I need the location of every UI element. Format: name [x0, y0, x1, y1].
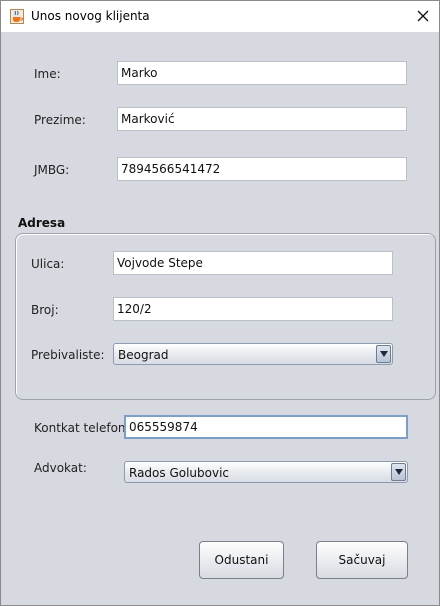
advokat-select[interactable]: Rados Golubovic	[124, 461, 408, 483]
ulica-field[interactable]: Vojvode Stepe	[113, 251, 393, 275]
prezime-field[interactable]: Marković	[117, 107, 407, 131]
advokat-value: Rados Golubovic	[129, 466, 230, 480]
jmbg-field[interactable]: 7894566541472	[117, 157, 407, 181]
save-button[interactable]: Sačuvaj	[316, 541, 408, 579]
close-button[interactable]	[409, 5, 437, 27]
prebivaliste-label: Prebivaliste:	[31, 348, 105, 362]
ulica-label: Ulica:	[31, 257, 65, 271]
telefon-label: Kontkat telefon:	[34, 421, 130, 435]
chevron-down-icon	[379, 351, 388, 357]
title-bar: Unos novog klijenta	[1, 1, 439, 32]
prebivaliste-dropdown-button[interactable]	[376, 345, 391, 363]
jmbg-label: JMBG:	[34, 163, 70, 177]
prebivaliste-value: Beograd	[118, 348, 169, 362]
ime-label: Ime:	[34, 67, 61, 81]
ime-field[interactable]: Marko	[117, 61, 407, 85]
adresa-group-title: Adresa	[18, 216, 66, 230]
close-icon	[417, 10, 429, 22]
chevron-down-icon	[394, 469, 403, 475]
prebivaliste-select[interactable]: Beograd	[113, 343, 393, 365]
advokat-dropdown-button[interactable]	[391, 463, 406, 481]
broj-field[interactable]: 120/2	[113, 297, 393, 321]
telefon-field[interactable]: 065559874	[124, 415, 408, 439]
advokat-label: Advokat:	[34, 461, 87, 475]
broj-label: Broj:	[31, 303, 59, 317]
window-title: Unos novog klijenta	[31, 9, 150, 23]
cancel-button[interactable]: Odustani	[199, 541, 284, 579]
java-cup-icon	[10, 9, 24, 24]
prezime-label: Prezime:	[34, 113, 86, 127]
dialog-window: Unos novog klijenta Ime: Marko Prezime: …	[0, 0, 440, 606]
